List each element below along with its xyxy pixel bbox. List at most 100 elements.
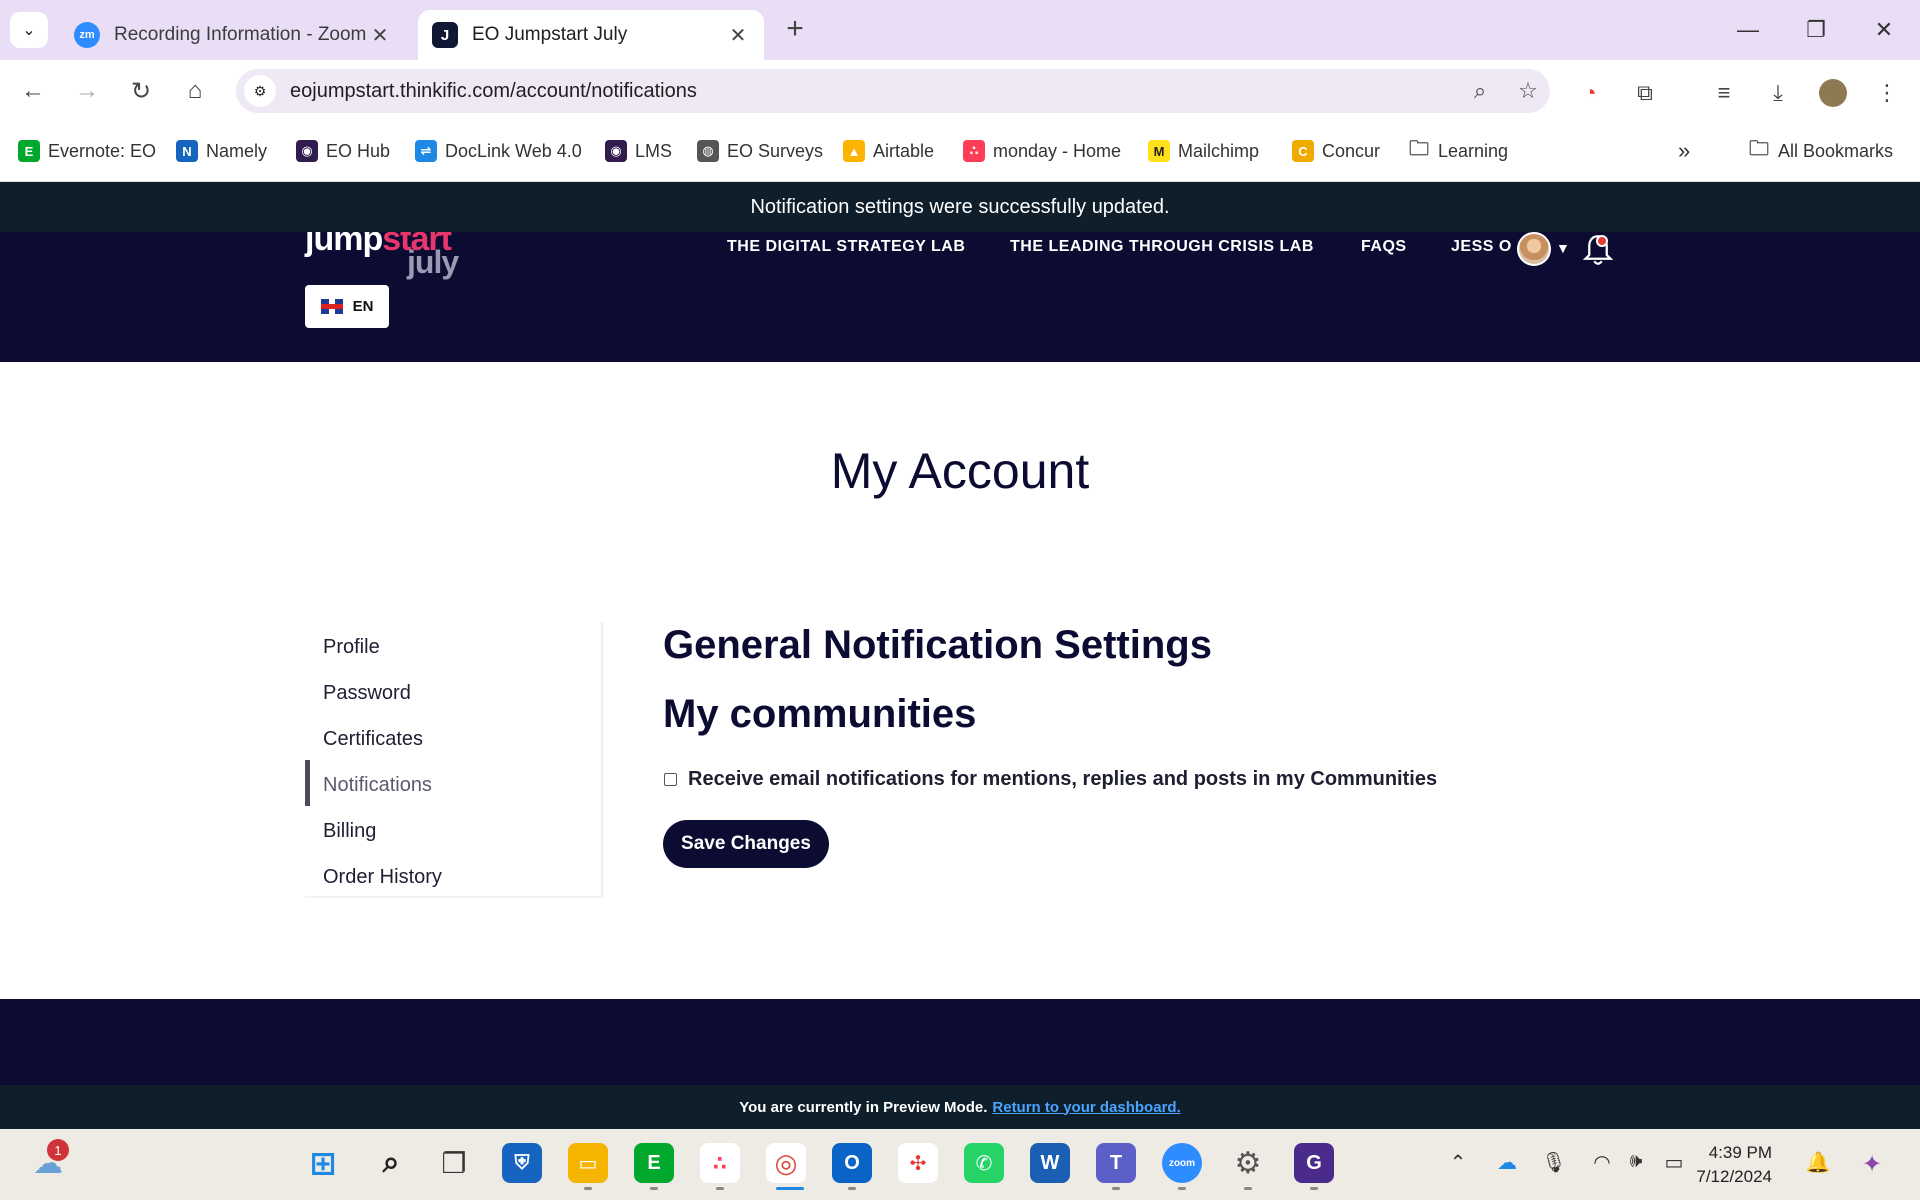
globe-icon: ◍ [697, 140, 719, 162]
bookmark-mailchimp[interactable]: M Mailchimp [1148, 136, 1259, 166]
caret-down-icon[interactable]: ▼ [1556, 240, 1570, 256]
nav-faqs[interactable]: FAQS [1361, 238, 1407, 256]
uk-flag-icon [320, 299, 343, 314]
bookmark-namely[interactable]: N Namely [176, 136, 267, 166]
zoom-magnifier-icon[interactable]: ⌕ [1464, 75, 1496, 107]
close-icon[interactable]: ✕ [368, 23, 392, 48]
running-indicator [1244, 1187, 1252, 1190]
windows-start-icon[interactable]: ⊞ [303, 1143, 343, 1183]
window-close-icon[interactable]: ✕ [1864, 10, 1904, 50]
sidebar-item-profile[interactable]: Profile [323, 636, 380, 659]
running-indicator [716, 1187, 724, 1190]
app-g-icon[interactable]: G [1294, 1143, 1334, 1183]
bookmark-doclink[interactable]: ⇌ DocLink Web 4.0 [415, 136, 582, 166]
bookmark-learning[interactable]: 🗀 Learning [1408, 136, 1508, 166]
zoom-favicon-icon: zm [74, 22, 100, 48]
zoom-taskbar-icon[interactable]: zoom [1162, 1143, 1202, 1183]
bookmark-lms[interactable]: ◉ LMS [605, 136, 672, 166]
preview-mode-bar: You are currently in Preview Mode. Retur… [0, 1085, 1920, 1129]
outlook-icon[interactable]: O [832, 1143, 872, 1183]
system-clock[interactable]: 4:39 PM 7/12/2024 [1690, 1141, 1772, 1189]
tray-chevron-up-icon[interactable]: ⌃ [1444, 1150, 1472, 1175]
my-communities-heading: My communities [663, 692, 977, 736]
extensions-puzzle-icon[interactable]: ⧉ [1628, 76, 1662, 110]
community-email-checkbox-label[interactable]: Receive email notifications for mentions… [688, 768, 1437, 791]
back-icon[interactable]: ← [16, 74, 50, 108]
mailchimp-icon: M [1148, 140, 1170, 162]
bookmark-airtable[interactable]: ▲ Airtable [843, 136, 934, 166]
battery-icon[interactable]: ▭ [1660, 1150, 1688, 1175]
download-icon[interactable]: ⤓ [1761, 76, 1795, 110]
jumpstart-favicon-icon: J [432, 22, 458, 48]
address-bar[interactable]: ⚙ eojumpstart.thinkific.com/account/noti… [236, 69, 1550, 113]
page-title: My Account [830, 443, 1090, 499]
clock-date: 7/12/2024 [1696, 1167, 1772, 1186]
sidebar-item-certificates[interactable]: Certificates [323, 728, 423, 751]
bookmark-evernote[interactable]: E Evernote: EO [18, 136, 156, 166]
notifications-bell-icon[interactable]: 🔔 [1804, 1150, 1832, 1175]
onedrive-icon[interactable]: ☁ [1493, 1150, 1521, 1175]
restore-icon[interactable]: ❐ [1796, 10, 1836, 50]
tab-eo-jumpstart[interactable]: J EO Jumpstart July ✕ [418, 10, 764, 60]
chrome-icon[interactable]: ◎ [766, 1143, 806, 1183]
running-indicator [848, 1187, 856, 1190]
copilot-icon[interactable]: ✦ [1858, 1150, 1886, 1179]
sidebar-item-notifications[interactable]: Notifications [323, 774, 432, 797]
word-icon[interactable]: W [1030, 1143, 1070, 1183]
defender-icon[interactable]: ⛨ [502, 1143, 542, 1183]
running-indicator [1178, 1187, 1186, 1190]
running-indicator [584, 1187, 592, 1190]
tab-search-button[interactable]: ⌄ [10, 12, 48, 48]
new-tab-button[interactable]: + [780, 14, 810, 44]
doclink-icon: ⇌ [415, 140, 437, 162]
sidebar-item-billing[interactable]: Billing [323, 820, 376, 843]
browser-menu-icon[interactable]: ⋮ [1870, 76, 1904, 110]
teams-icon[interactable]: T [1096, 1143, 1136, 1183]
extension-timer-icon[interactable]: ◔ [1573, 76, 1607, 110]
folder-icon: 🗀 [1409, 138, 1429, 160]
search-icon[interactable]: ⌕ [371, 1143, 411, 1183]
bookmark-label: LMS [635, 140, 673, 161]
bookmark-monday[interactable]: ∴ monday - Home [963, 136, 1121, 166]
microphone-icon[interactable]: 🎙 [1540, 1150, 1568, 1175]
whatsapp-icon[interactable]: ✆ [964, 1143, 1004, 1183]
slack-icon[interactable]: ✣ [898, 1143, 938, 1183]
language-selector[interactable]: EN [305, 285, 389, 328]
save-changes-button[interactable]: Save Changes [663, 820, 829, 868]
sidebar-item-password[interactable]: Password [323, 682, 411, 705]
nav-digital-strategy-lab[interactable]: THE DIGITAL STRATEGY LAB [727, 238, 965, 256]
bookmark-label: Mailchimp [1178, 140, 1260, 161]
user-menu-name[interactable]: JESS O [1451, 238, 1512, 256]
user-avatar[interactable] [1517, 232, 1551, 266]
bookmark-eo-hub[interactable]: ◉ EO Hub [296, 136, 390, 166]
site-footer [0, 999, 1920, 1085]
community-email-checkbox[interactable] [664, 773, 677, 786]
task-view-icon[interactable]: ❐ [434, 1143, 474, 1183]
nav-leading-through-crisis-lab[interactable]: THE LEADING THROUGH CRISIS LAB [1010, 238, 1314, 256]
return-to-dashboard-link[interactable]: Return to your dashboard. [992, 1099, 1180, 1116]
forward-icon[interactable]: → [70, 74, 104, 108]
evernote-taskbar-icon[interactable]: E [634, 1143, 674, 1183]
media-controls-icon[interactable]: ≡ [1707, 76, 1741, 110]
monday-taskbar-icon[interactable]: ∴ [700, 1143, 740, 1183]
profile-avatar-icon[interactable] [1816, 76, 1850, 110]
sidebar-item-order-history[interactable]: Order History [323, 866, 442, 889]
more-bookmarks-icon[interactable]: » [1678, 136, 1690, 166]
site-info-icon[interactable]: ⚙ [244, 75, 276, 107]
close-icon[interactable]: ✕ [726, 23, 750, 48]
namely-icon: N [176, 140, 198, 162]
wifi-icon[interactable]: ◠ [1588, 1150, 1616, 1175]
bookmark-eo-surveys[interactable]: ◍ EO Surveys [697, 136, 823, 166]
minimize-icon[interactable]: — [1728, 10, 1768, 50]
home-icon[interactable]: ⌂ [178, 74, 212, 108]
tab-title: Recording Information - Zoom [114, 24, 367, 45]
tab-zoom[interactable]: zm Recording Information - Zoom ✕ [60, 10, 406, 60]
all-bookmarks[interactable]: 🗀 All Bookmarks [1748, 136, 1893, 166]
reload-icon[interactable]: ↻ [124, 74, 158, 108]
bookmark-star-icon[interactable]: ☆ [1512, 75, 1544, 107]
settings-gear-icon[interactable]: ⚙ [1228, 1143, 1268, 1183]
file-explorer-icon[interactable]: ▭ [568, 1143, 608, 1183]
url-text[interactable]: eojumpstart.thinkific.com/account/notifi… [290, 80, 697, 103]
bookmark-concur[interactable]: C Concur [1292, 136, 1380, 166]
volume-icon[interactable]: 🕪 [1622, 1150, 1650, 1173]
